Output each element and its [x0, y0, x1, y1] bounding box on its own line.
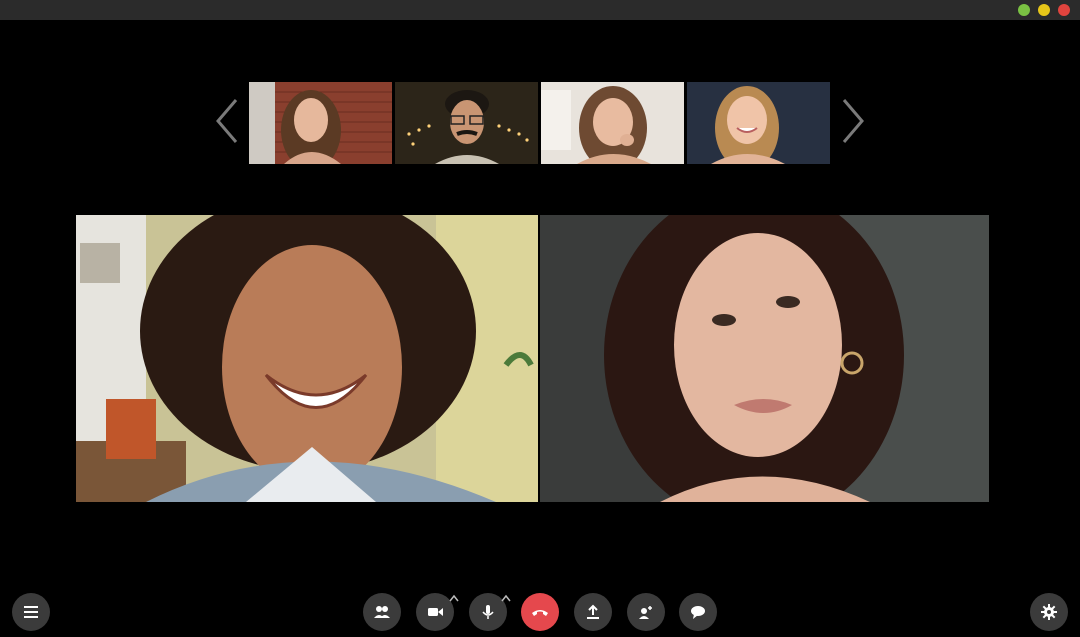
share-screen-button[interactable]	[574, 593, 612, 631]
participant-video	[76, 215, 538, 502]
settings-button[interactable]	[1030, 593, 1068, 631]
share-screen-icon	[587, 604, 599, 619]
add-person-icon	[639, 606, 652, 619]
participant-thumbnail[interactable]	[249, 82, 392, 164]
microphone-options-caret[interactable]	[501, 589, 511, 602]
microphone-icon	[482, 605, 494, 619]
chat-icon	[691, 606, 705, 619]
window-titlebar	[0, 0, 1080, 20]
chevron-up-icon	[501, 594, 511, 602]
end-call-button[interactable]	[521, 593, 559, 631]
chevron-right-icon	[842, 99, 864, 143]
participant-video-thumbnail	[687, 82, 830, 164]
main-participant-video[interactable]	[540, 215, 989, 502]
add-person-button[interactable]	[627, 593, 665, 631]
gallery-next-button[interactable]	[838, 96, 868, 146]
chevron-left-icon	[216, 99, 238, 143]
participant-gallery-strip	[249, 78, 831, 164]
participant-thumbnail[interactable]	[395, 82, 538, 164]
main-participant-video[interactable]	[76, 215, 538, 502]
camera-options-caret[interactable]	[449, 589, 459, 602]
participant-video-thumbnail	[249, 82, 392, 164]
chevron-up-icon	[449, 594, 459, 602]
participant-video-thumbnail	[541, 82, 684, 164]
gear-icon	[1041, 604, 1057, 620]
participant-thumbnail[interactable]	[687, 82, 830, 164]
close-window-button[interactable]	[1058, 4, 1070, 16]
menu-icon	[24, 606, 38, 618]
gallery-prev-button[interactable]	[212, 96, 242, 146]
phone-hangup-icon	[532, 610, 548, 616]
minimize-window-button[interactable]	[1038, 4, 1050, 16]
participants-button[interactable]	[363, 593, 401, 631]
participants-icon	[374, 606, 390, 618]
maximize-window-button[interactable]	[1018, 4, 1030, 16]
participant-video-thumbnail	[395, 82, 538, 164]
participant-thumbnail[interactable]	[541, 82, 684, 164]
menu-button[interactable]	[12, 593, 50, 631]
chat-button[interactable]	[679, 593, 717, 631]
participant-video	[540, 215, 989, 502]
video-camera-icon	[428, 608, 443, 616]
